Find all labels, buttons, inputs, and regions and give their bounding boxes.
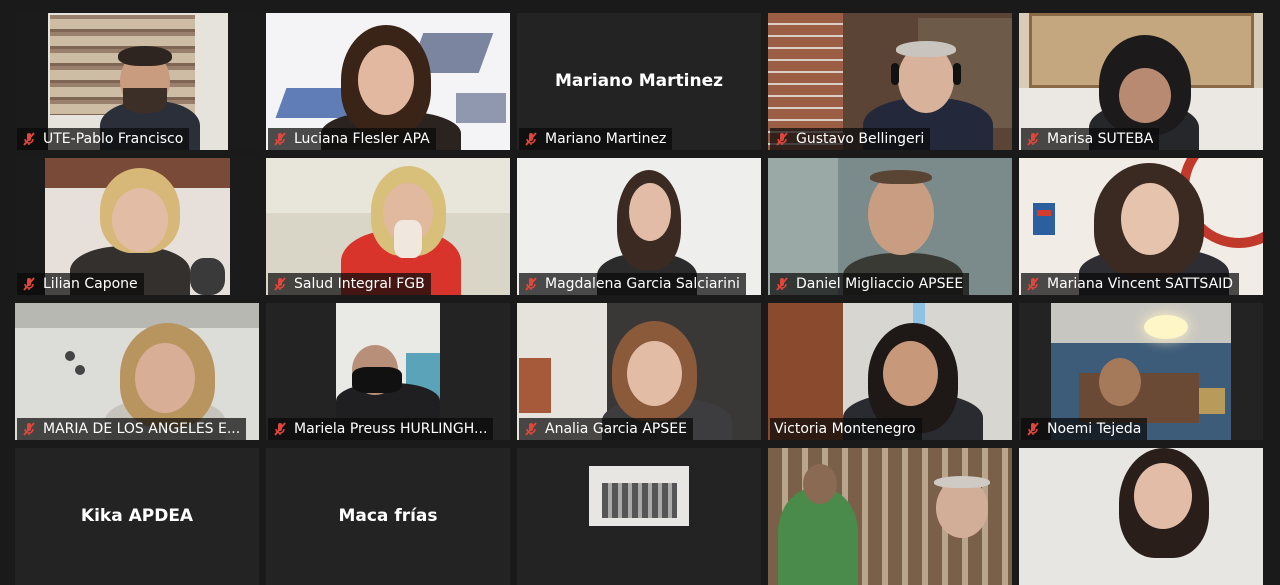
microphone-muted-icon — [274, 132, 286, 146]
microphone-muted-icon — [525, 277, 537, 291]
participant-name: Magdalena Garcia Salciarini — [545, 276, 740, 292]
microphone-muted-icon — [23, 277, 35, 291]
participant-name: Lilian Capone — [43, 276, 138, 292]
participant-tile[interactable]: Kika APDEA — [15, 448, 259, 585]
name-label: UTE-Pablo Francisco — [17, 128, 190, 150]
participant-video — [1019, 448, 1263, 585]
microphone-muted-icon — [776, 132, 788, 146]
participant-tile[interactable]: Noemi Tejeda — [1019, 303, 1263, 440]
microphone-muted-icon — [274, 277, 286, 291]
video-grid: UTE-Pablo Francisco Luciana Flesler APA … — [0, 0, 1280, 585]
participant-tile[interactable]: Luciana Flesler APA — [266, 13, 510, 150]
participant-name: Daniel Migliaccio APSEE — [796, 276, 964, 292]
participant-video — [517, 448, 761, 585]
participant-name: Mariana Vincent SATTSAID — [1047, 276, 1234, 292]
participant-tile[interactable]: Analia Garcia APSEE — [517, 303, 761, 440]
name-label: Mariela Preuss HURLINGH... — [268, 418, 494, 440]
microphone-muted-icon — [525, 132, 537, 146]
name-label: Victoria Montenegro — [770, 418, 922, 440]
name-label: Magdalena Garcia Salciarini — [519, 273, 746, 295]
participant-tile[interactable]: Mariana Vincent SATTSAID — [1019, 158, 1263, 295]
participant-display-name: Kika APDEA — [80, 506, 194, 526]
participant-tile[interactable] — [517, 448, 761, 585]
participant-display-name: Mariano Martinez — [554, 71, 724, 91]
participant-tile[interactable]: Daniel Migliaccio APSEE — [768, 158, 1012, 295]
participant-name: UTE-Pablo Francisco — [43, 131, 184, 147]
name-label: Noemi Tejeda — [1021, 418, 1148, 440]
name-label: MARIA DE LOS ANGELES E... — [17, 418, 247, 440]
name-label: Analia Garcia APSEE — [519, 418, 693, 440]
participant-tile[interactable]: Marisa SUTEBA — [1019, 13, 1263, 150]
participant-tile[interactable] — [768, 448, 1012, 585]
name-label: Salud Integral FGB — [268, 273, 431, 295]
participant-tile[interactable]: UTE-Pablo Francisco — [15, 13, 259, 150]
microphone-muted-icon — [1027, 132, 1039, 146]
participant-name: Luciana Flesler APA — [294, 131, 430, 147]
participant-tile[interactable]: Gustavo Bellingeri — [768, 13, 1012, 150]
name-label: Marisa SUTEBA — [1021, 128, 1160, 150]
participant-name: Mariela Preuss HURLINGH... — [294, 421, 488, 437]
name-label: Lilian Capone — [17, 273, 144, 295]
participant-name: Analia Garcia APSEE — [545, 421, 687, 437]
participant-name: Salud Integral FGB — [294, 276, 425, 292]
microphone-muted-icon — [1027, 277, 1039, 291]
participant-tile[interactable] — [1019, 448, 1263, 585]
participant-name: Marisa SUTEBA — [1047, 131, 1154, 147]
participant-name: Noemi Tejeda — [1047, 421, 1142, 437]
participant-tile-active-speaker[interactable]: Victoria Montenegro — [768, 303, 1012, 440]
microphone-muted-icon — [776, 277, 788, 291]
participant-name: Mariano Martinez — [545, 131, 667, 147]
name-label: Gustavo Bellingeri — [770, 128, 931, 150]
participant-video — [768, 448, 1012, 585]
participant-name: MARIA DE LOS ANGELES E... — [43, 421, 241, 437]
name-label: Luciana Flesler APA — [268, 128, 436, 150]
participant-video-off: Kika APDEA — [15, 448, 259, 585]
participant-video-off: Maca frías — [266, 448, 510, 585]
microphone-muted-icon — [23, 132, 35, 146]
microphone-muted-icon — [525, 422, 537, 436]
name-label: Mariano Martinez — [519, 128, 673, 150]
microphone-muted-icon — [23, 422, 35, 436]
participant-name: Gustavo Bellingeri — [796, 131, 925, 147]
participant-tile[interactable]: Mariano Martinez Mariano Martinez — [517, 13, 761, 150]
participant-tile[interactable]: Salud Integral FGB — [266, 158, 510, 295]
microphone-muted-icon — [274, 422, 286, 436]
participant-tile[interactable]: Magdalena Garcia Salciarini — [517, 158, 761, 295]
microphone-muted-icon — [1027, 422, 1039, 436]
name-label: Daniel Migliaccio APSEE — [770, 273, 970, 295]
participant-display-name: Maca frías — [338, 506, 438, 526]
participant-tile[interactable]: MARIA DE LOS ANGELES E... — [15, 303, 259, 440]
participant-name: Victoria Montenegro — [774, 421, 916, 437]
participant-tile[interactable]: Maca frías — [266, 448, 510, 585]
name-label: Mariana Vincent SATTSAID — [1021, 273, 1240, 295]
participant-tile[interactable]: Mariela Preuss HURLINGH... — [266, 303, 510, 440]
participant-tile[interactable]: Lilian Capone — [15, 158, 259, 295]
